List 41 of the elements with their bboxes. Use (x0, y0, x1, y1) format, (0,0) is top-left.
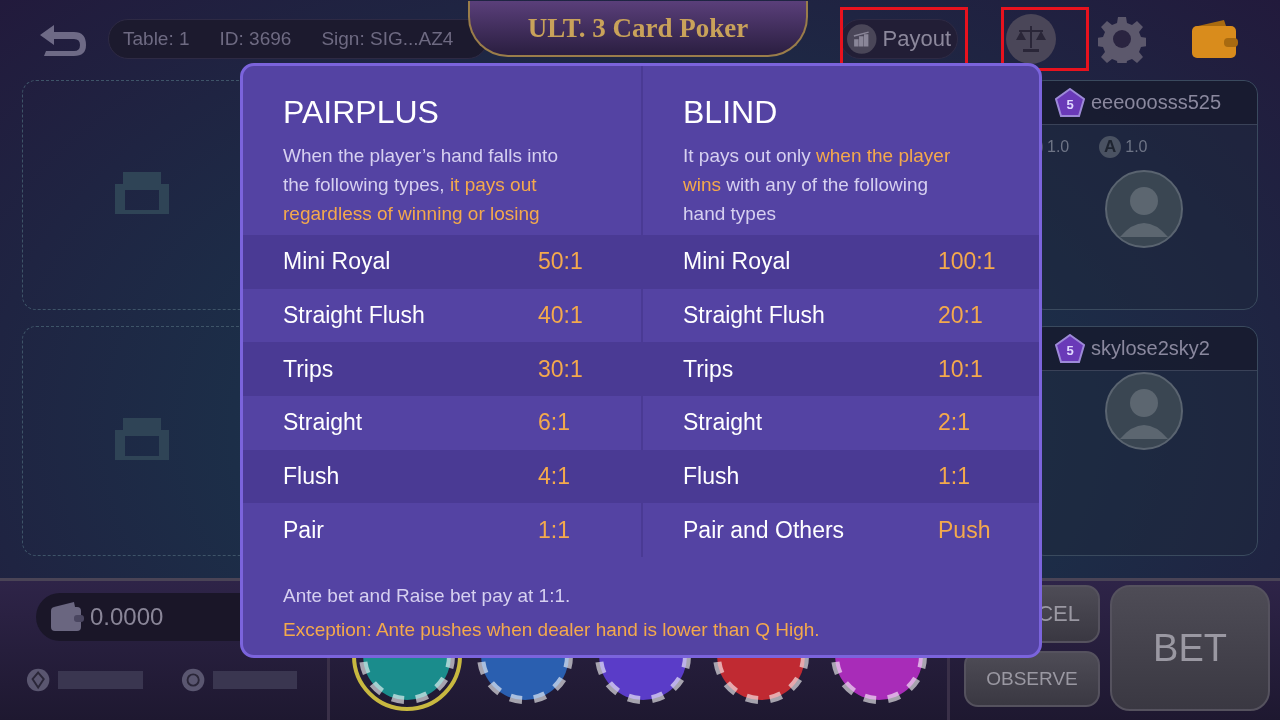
table-sign: Sign: SIG...AZ4 (321, 28, 454, 50)
stat-value: 1.0 (1047, 138, 1070, 156)
payout-ratio: 40:1 (538, 302, 583, 330)
hand-name: Straight (683, 409, 764, 437)
section-description: It pays out only when the player wins with any of the following hand types (683, 144, 952, 226)
payout-ratio: 30:1 (538, 355, 583, 383)
hand-name: Pair (283, 516, 325, 544)
balance-amount: 0.0000 (90, 603, 164, 631)
table-id: ID: 3696 (219, 28, 292, 50)
level-badge: 5 (1055, 87, 1085, 118)
section-title: PAIRPLUS (283, 94, 440, 131)
hand-name: Pair and Others (683, 516, 846, 544)
section-description: When the player’s hand falls into the following types, it pays out regardless of winning or losing (283, 144, 559, 226)
player-name: eeeooosss525 (1091, 91, 1222, 114)
stat-value: 1.0 (1125, 138, 1148, 156)
hand-name: Trips (283, 355, 335, 383)
hand-name: Flush (683, 463, 741, 491)
payout-ratio: Push (938, 516, 991, 544)
payout-ratio: 10:1 (938, 355, 983, 383)
hand-name: Flush (283, 463, 341, 491)
payout-ratio: 2:1 (938, 409, 970, 437)
player-name: skylose2sky2 (1091, 337, 1210, 360)
payout-ratio: 1:1 (538, 516, 570, 544)
payout-ratio: 6:1 (538, 409, 570, 437)
table-number: Table: 1 (123, 28, 190, 50)
level-badge: 5 (1055, 333, 1085, 364)
hand-name: Straight Flush (283, 302, 426, 330)
hand-name: Straight Flush (683, 302, 826, 330)
exception-note: Exception: Ante pushes when dealer hand is lower than Q High. (283, 618, 821, 643)
payout-ratio: 50:1 (538, 248, 583, 276)
hand-name: Trips (683, 355, 735, 383)
payout-ratio: 100:1 (938, 248, 996, 276)
payout-note: Ante bet and Raise bet pay at 1:1. (283, 584, 572, 609)
payout-ratio: 4:1 (538, 463, 570, 491)
section-title: BLIND (683, 94, 779, 131)
hand-name: Mini Royal (683, 248, 792, 276)
payout-ratio: 20:1 (938, 302, 983, 330)
game-title: ULT. 3 Card Poker (468, 1, 808, 57)
payout-ratio: 1:1 (938, 463, 970, 491)
hand-name: Mini Royal (283, 248, 392, 276)
hand-name: Straight (283, 409, 364, 437)
